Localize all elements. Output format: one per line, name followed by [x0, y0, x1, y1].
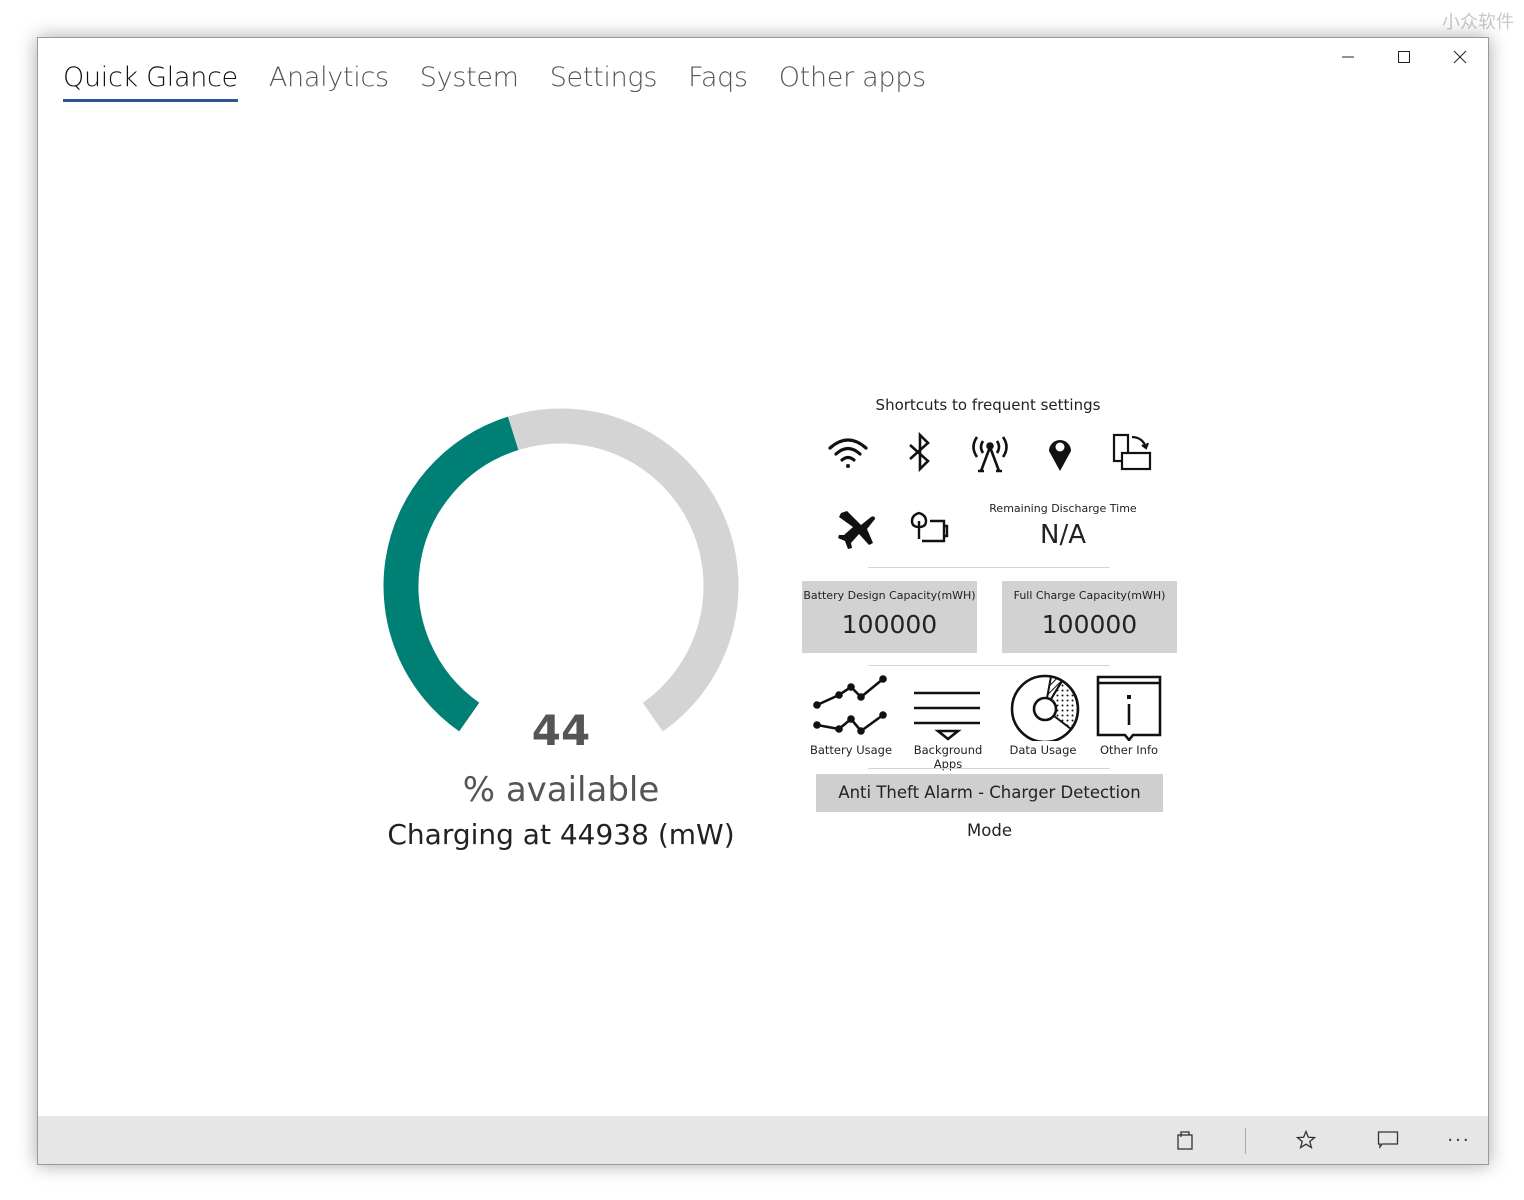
divider [868, 768, 1110, 769]
remaining-discharge-label: Remaining Discharge Time [989, 502, 1137, 515]
watermark: 小众软件 [1442, 12, 1514, 33]
line-chart-icon [813, 675, 887, 735]
wifi-icon[interactable] [826, 431, 870, 475]
tab-analytics[interactable]: Analytics [269, 62, 389, 102]
divider [868, 567, 1110, 568]
battery-usage-label: Battery Usage [809, 743, 893, 757]
more-icon[interactable]: ··· [1445, 1128, 1473, 1152]
battery-percent-value: 44 [531, 706, 591, 755]
tab-quick-glance[interactable]: Quick Glance [63, 62, 238, 102]
maximize-button[interactable] [1376, 38, 1432, 76]
list-dropdown-icon [914, 691, 980, 741]
shortcuts-title: Shortcuts to frequent settings [875, 396, 1101, 414]
data-usage-label: Data Usage [1009, 743, 1077, 757]
separator [1245, 1128, 1246, 1154]
info-icon [1096, 675, 1162, 741]
full-charge-capacity-box: Full Charge Capacity(mWH) 100000 [1002, 581, 1177, 653]
window-controls [1320, 38, 1488, 76]
location-icon[interactable] [1038, 431, 1082, 475]
divider [868, 665, 1110, 666]
close-button[interactable] [1432, 38, 1488, 76]
airplane-mode-icon[interactable] [835, 507, 879, 551]
cellular-antenna-icon[interactable] [968, 431, 1012, 475]
design-capacity-label: Battery Design Capacity(mWH) [803, 589, 976, 602]
feedback-icon[interactable] [1374, 1128, 1402, 1152]
full-charge-capacity-label: Full Charge Capacity(mWH) [1013, 589, 1166, 602]
gauge-track [507, 408, 739, 732]
data-usage-button[interactable]: Data Usage [998, 673, 1088, 757]
charging-status: Charging at 44938 (mW) [387, 818, 735, 851]
design-capacity-box: Battery Design Capacity(mWH) 100000 [802, 581, 977, 653]
anti-theft-alarm-button[interactable]: Anti Theft Alarm - Charger Detection Mod… [816, 774, 1163, 840]
tab-system[interactable]: System [420, 62, 519, 102]
other-info-button[interactable]: Other Info [1084, 673, 1174, 757]
other-info-label: Other Info [1099, 743, 1159, 757]
background-apps-label: Background Apps [913, 743, 983, 771]
background-apps-button[interactable]: Background Apps [902, 673, 994, 771]
tab-settings[interactable]: Settings [550, 62, 658, 102]
tab-other-apps[interactable]: Other apps [779, 62, 926, 102]
battery-usage-button[interactable]: Battery Usage [806, 673, 896, 757]
battery-percent-label: % available [462, 770, 660, 810]
design-capacity-value: 100000 [841, 610, 938, 639]
remaining-discharge-value: N/A [1040, 520, 1086, 550]
full-charge-capacity-value: 100000 [1041, 610, 1138, 639]
pie-chart-icon [1010, 674, 1080, 741]
bluetooth-icon[interactable] [898, 431, 942, 475]
store-bag-icon[interactable] [1171, 1128, 1199, 1152]
app-bar: ··· [38, 1116, 1488, 1164]
battery-saver-icon[interactable] [908, 507, 952, 551]
gauge-fill [383, 416, 519, 732]
tab-faqs[interactable]: Faqs [688, 62, 748, 102]
rotation-lock-icon[interactable] [1110, 431, 1154, 475]
minimize-button[interactable] [1320, 38, 1376, 76]
star-icon[interactable] [1292, 1128, 1320, 1152]
nav-tabs: Quick Glance Analytics System Settings F… [63, 62, 926, 102]
app-window: Quick Glance Analytics System Settings F… [37, 37, 1489, 1165]
